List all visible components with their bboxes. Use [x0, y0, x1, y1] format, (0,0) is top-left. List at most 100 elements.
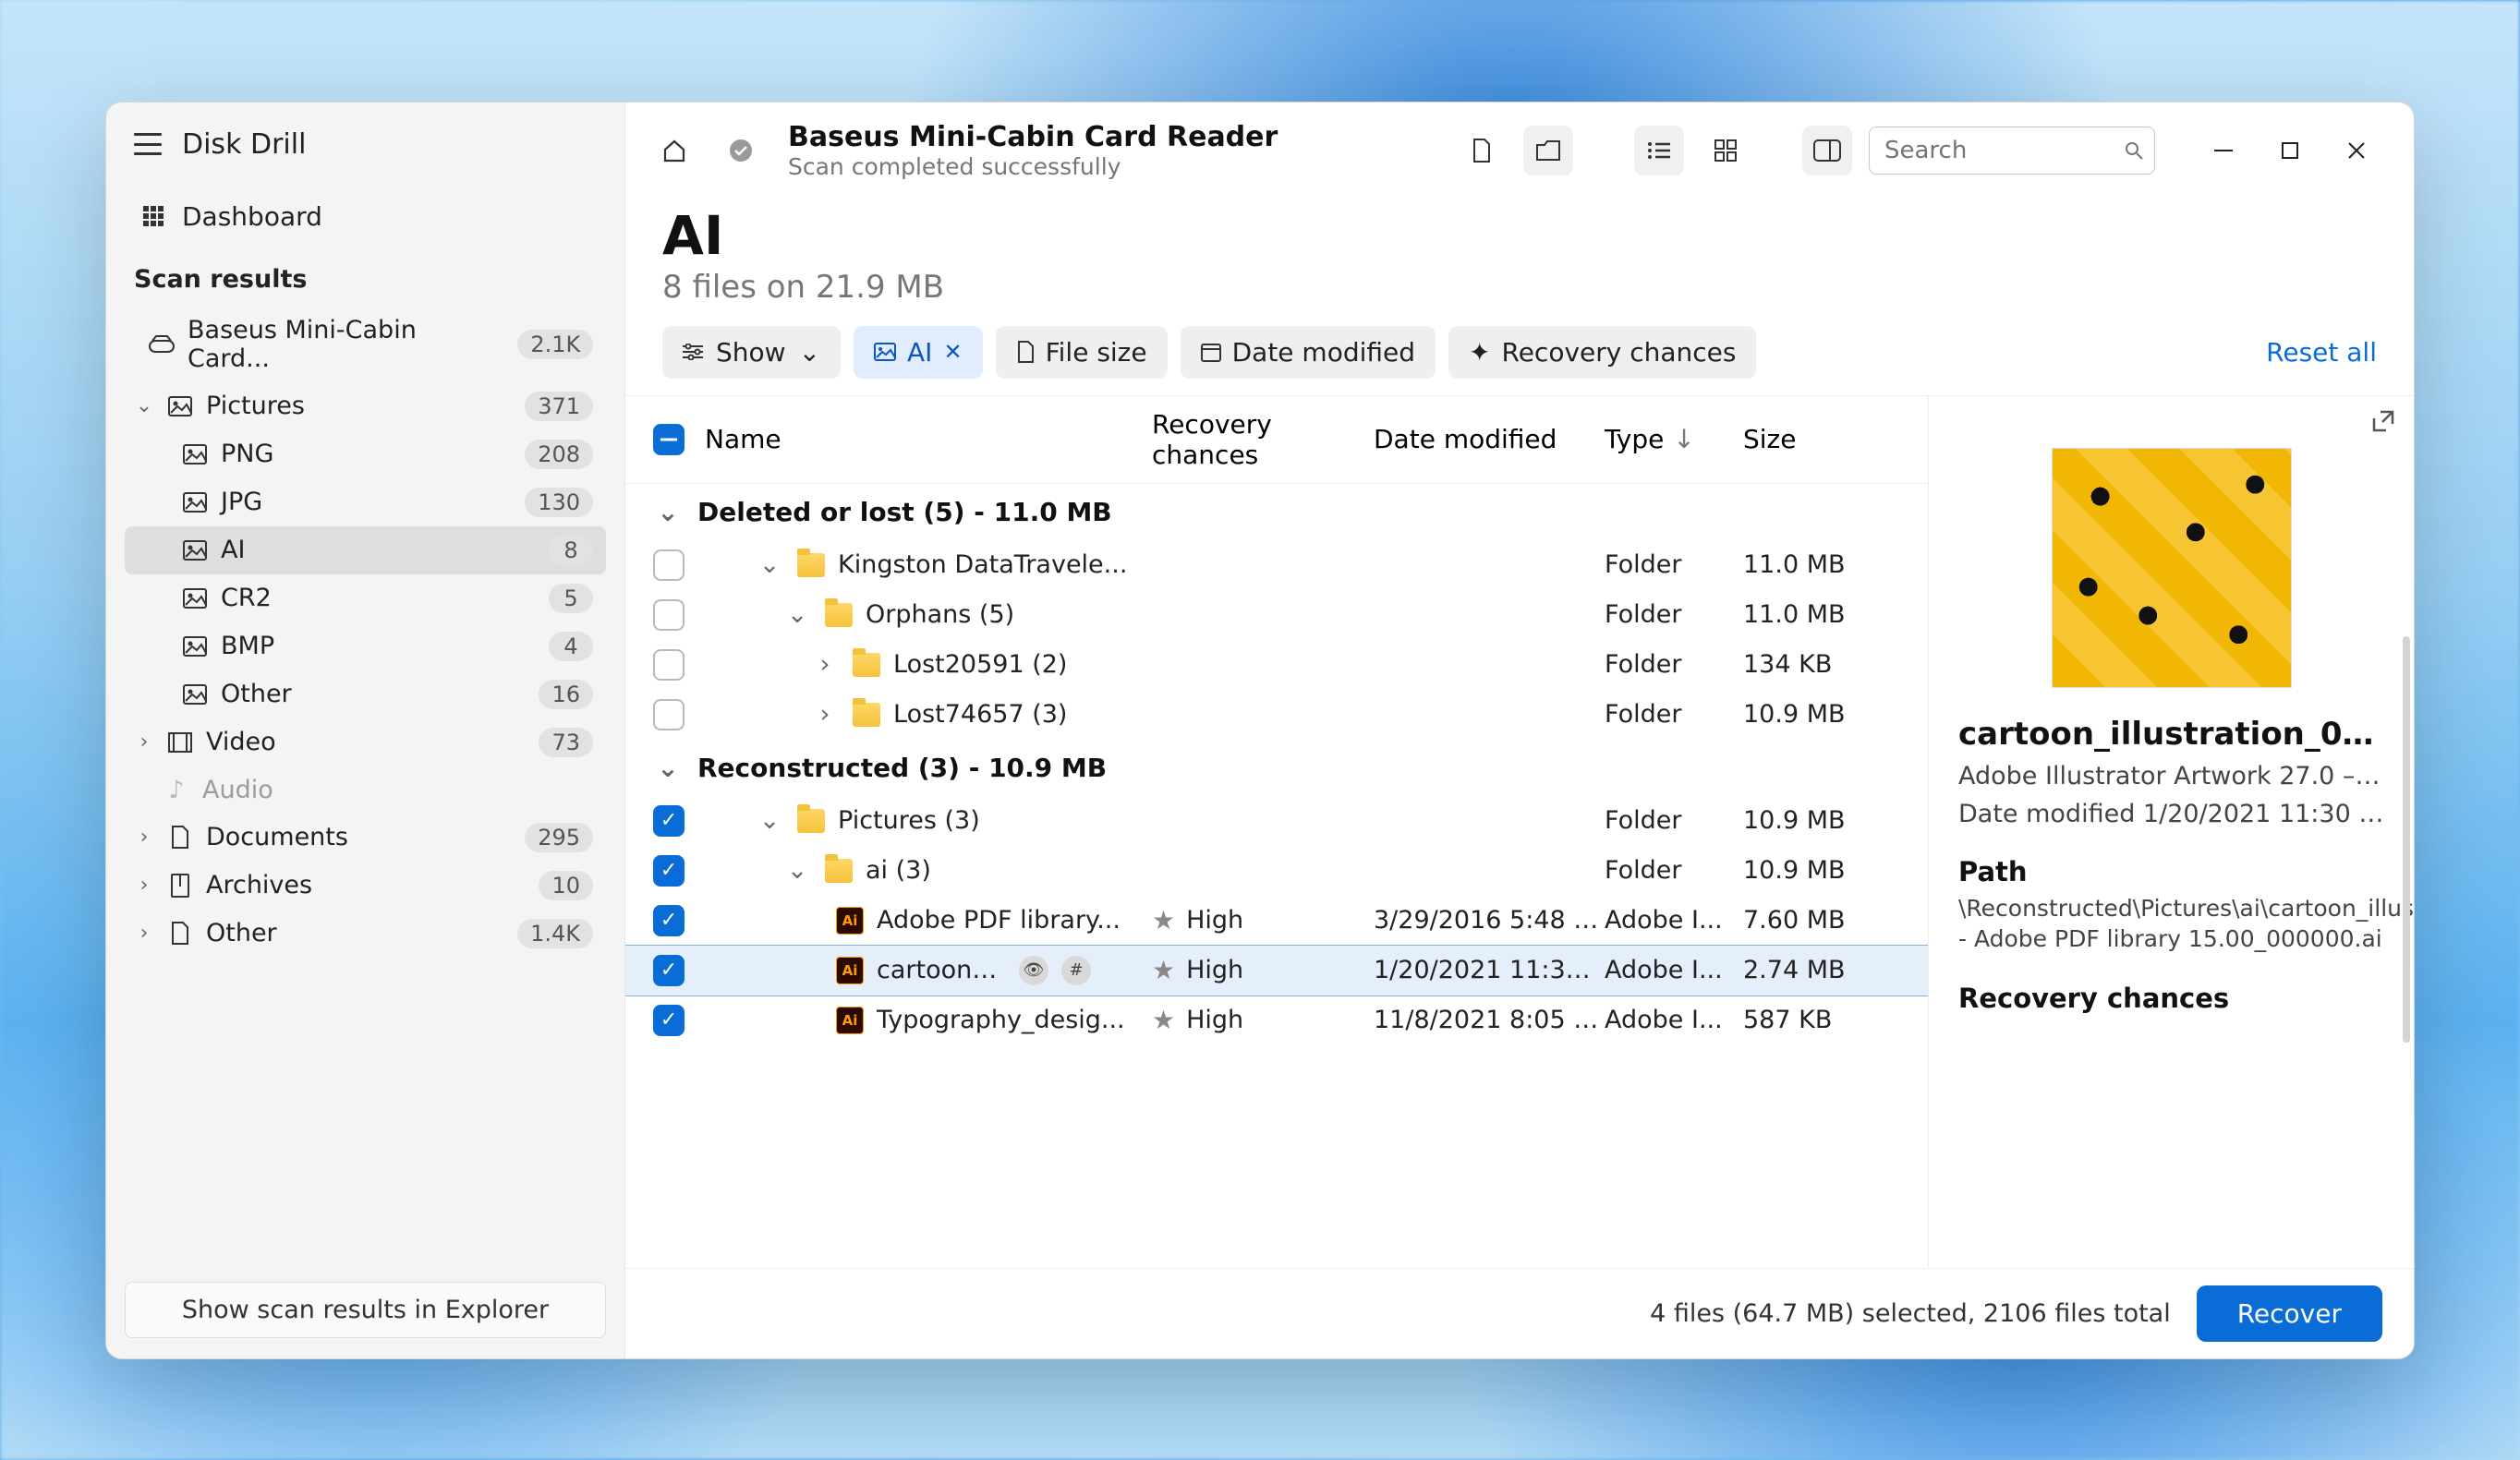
- sidebar-cr2[interactable]: CR2 5: [125, 574, 606, 622]
- sidebar-png-badge: 208: [525, 440, 593, 469]
- minimize-button[interactable]: [2190, 127, 2257, 175]
- column-type[interactable]: Type↓: [1605, 424, 1743, 454]
- folder-icon: [853, 653, 880, 677]
- row-date: 3/29/2016 5:48 A...: [1374, 906, 1605, 935]
- hex-view-icon[interactable]: #: [1061, 956, 1091, 985]
- filter-date-modified[interactable]: Date modified: [1181, 326, 1436, 379]
- list-view-button[interactable]: [1634, 126, 1684, 175]
- filter-file-size-label: File size: [1046, 337, 1147, 368]
- table-row[interactable]: ›Lost74657 (3) Folder 10.9 MB: [625, 690, 1928, 740]
- star-icon: ★: [1152, 955, 1175, 985]
- popout-icon[interactable]: [2371, 409, 2395, 433]
- maximize-button[interactable]: [2257, 127, 2323, 175]
- column-size[interactable]: Size: [1743, 424, 1900, 454]
- filter-date-label: Date modified: [1232, 337, 1415, 368]
- sidebar-audio[interactable]: ♪ Audio: [125, 766, 606, 814]
- dashboard-icon: [143, 206, 164, 226]
- chevron-down-icon[interactable]: ⌄: [134, 394, 154, 417]
- row-checkbox[interactable]: ✓: [653, 855, 685, 887]
- table-row[interactable]: ✓ Aicartoon_... 👁 # ★High 1/20/2021 11:3…: [625, 945, 1928, 996]
- folder-icon: [797, 553, 825, 577]
- selection-status: 4 files (64.7 MB) selected, 2106 files t…: [1650, 1299, 2171, 1328]
- recover-button[interactable]: Recover: [2197, 1285, 2382, 1342]
- sidebar-ai[interactable]: AI 8: [125, 526, 606, 574]
- ai-file-icon: Ai: [836, 1007, 864, 1034]
- sidebar-archives[interactable]: › Archives 10: [125, 862, 606, 910]
- preview-icon[interactable]: 👁: [1019, 956, 1048, 985]
- search-field[interactable]: [1884, 137, 2114, 164]
- chevron-down-icon[interactable]: ⌄: [653, 497, 683, 527]
- star-icon: ★: [1152, 1005, 1175, 1035]
- row-checkbox[interactable]: [653, 549, 685, 581]
- folder-view-button[interactable]: [1523, 126, 1573, 175]
- image-icon: [182, 683, 208, 706]
- sidebar-other[interactable]: › Other 1.4K: [125, 910, 606, 958]
- chevron-right-icon[interactable]: ›: [134, 826, 154, 849]
- menu-icon[interactable]: [134, 133, 162, 155]
- sidebar-jpg[interactable]: JPG 130: [125, 478, 606, 526]
- chevron-down-icon[interactable]: ⌄: [653, 753, 683, 783]
- row-checkbox[interactable]: ✓: [653, 955, 685, 986]
- detail-date: Date modified 1/20/2021 11:30 AM: [1958, 800, 2384, 828]
- row-size: 587 KB: [1743, 1006, 1900, 1034]
- close-button[interactable]: [2323, 127, 2390, 175]
- row-name: Adobe PDF library...: [877, 906, 1121, 935]
- search-input[interactable]: [1869, 127, 2155, 175]
- show-in-explorer-button[interactable]: Show scan results in Explorer: [125, 1282, 606, 1338]
- sidebar-jpg-label: JPG: [221, 488, 262, 516]
- grid-view-button[interactable]: [1701, 126, 1751, 175]
- file-icon: [1016, 341, 1035, 363]
- select-all-checkbox[interactable]: [653, 424, 685, 455]
- filter-recovery-chances[interactable]: ✦ Recovery chances: [1448, 326, 1756, 379]
- folder-icon: [853, 703, 880, 727]
- table-row[interactable]: ⌄Orphans (5) Folder 11.0 MB: [625, 590, 1928, 640]
- scrollbar[interactable]: [2403, 636, 2410, 1043]
- star-icon: ✦: [1469, 337, 1490, 368]
- sidebar-bmp[interactable]: BMP 4: [125, 622, 606, 670]
- chevron-right-icon[interactable]: ›: [134, 730, 154, 754]
- folder-icon: [797, 809, 825, 833]
- table-row[interactable]: ›Lost20591 (2) Folder 134 KB: [625, 640, 1928, 690]
- table-row[interactable]: ✓ ⌄Pictures (3) Folder 10.9 MB: [625, 796, 1928, 846]
- group-reconstructed[interactable]: ⌄ Reconstructed (3) - 10.9 MB: [625, 740, 1928, 796]
- sidebar-pictures[interactable]: ⌄ Pictures 371: [125, 382, 606, 430]
- column-name[interactable]: Name: [705, 424, 1152, 454]
- chevron-right-icon[interactable]: ›: [810, 700, 840, 729]
- table-row[interactable]: ✓ ⌄ai (3) Folder 10.9 MB: [625, 846, 1928, 896]
- sidebar-documents[interactable]: › Documents 295: [125, 814, 606, 862]
- table-row[interactable]: ✓ AiTypography_desig... ★High 11/8/2021 …: [625, 995, 1928, 1045]
- row-checkbox[interactable]: [653, 649, 685, 681]
- group-deleted[interactable]: ⌄ Deleted or lost (5) - 11.0 MB: [625, 484, 1928, 540]
- reset-all-button[interactable]: Reset all: [2266, 337, 2377, 368]
- star-icon: ★: [1152, 905, 1175, 935]
- chevron-right-icon[interactable]: ›: [134, 922, 154, 945]
- column-recovery[interactable]: Recovery chances: [1152, 409, 1374, 470]
- close-icon[interactable]: ✕: [943, 339, 962, 365]
- sidebar-other-pics[interactable]: Other 16: [125, 670, 606, 718]
- row-checkbox[interactable]: [653, 699, 685, 730]
- home-button[interactable]: [649, 126, 699, 175]
- file-view-button[interactable]: [1457, 126, 1507, 175]
- filter-ai-chip[interactable]: AI ✕: [854, 326, 983, 379]
- row-checkbox[interactable]: ✓: [653, 805, 685, 837]
- chevron-down-icon[interactable]: ⌄: [782, 856, 812, 885]
- table-row[interactable]: ⌄Kingston DataTravele... Folder 11.0 MB: [625, 540, 1928, 590]
- sidebar-device[interactable]: Baseus Mini-Cabin Card... 2.1K: [125, 307, 606, 382]
- toggle-detail-pane-button[interactable]: [1802, 126, 1852, 175]
- chevron-down-icon[interactable]: ⌄: [755, 806, 784, 835]
- filter-file-size[interactable]: File size: [996, 326, 1168, 379]
- row-checkbox[interactable]: ✓: [653, 905, 685, 936]
- column-date[interactable]: Date modified: [1374, 424, 1605, 454]
- chevron-down-icon[interactable]: ⌄: [755, 550, 784, 579]
- chevron-down-icon[interactable]: ⌄: [782, 600, 812, 629]
- chevron-right-icon[interactable]: ›: [134, 874, 154, 897]
- row-checkbox[interactable]: [653, 599, 685, 631]
- table-row[interactable]: ✓ AiAdobe PDF library... ★High 3/29/2016…: [625, 896, 1928, 946]
- row-checkbox[interactable]: ✓: [653, 1005, 685, 1036]
- sidebar-dashboard[interactable]: Dashboard: [125, 187, 606, 247]
- chevron-right-icon[interactable]: ›: [810, 650, 840, 679]
- filter-show-button[interactable]: Show ⌄: [662, 326, 841, 379]
- sidebar-png[interactable]: PNG 208: [125, 430, 606, 478]
- sidebar-video[interactable]: › Video 73: [125, 718, 606, 766]
- sidebar-archives-label: Archives: [206, 871, 312, 899]
